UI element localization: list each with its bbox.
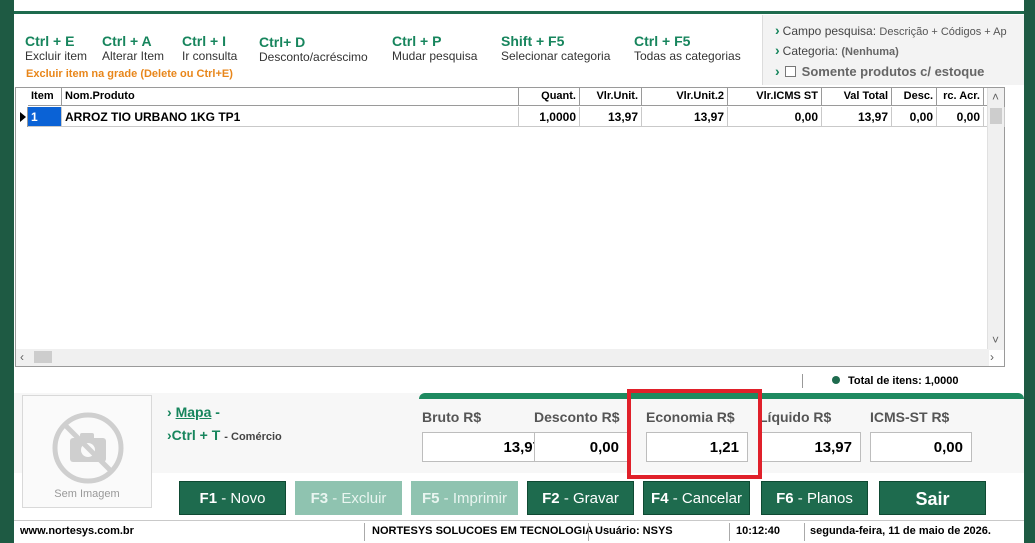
col-header-item[interactable]: Item: [28, 88, 62, 106]
sair-button[interactable]: Sair: [879, 481, 986, 515]
col-header-acr[interactable]: rc. Acr.: [937, 88, 984, 106]
scroll-down-icon[interactable]: ˅: [992, 334, 999, 346]
col-header-quant[interactable]: Quant.: [519, 88, 580, 106]
categoria[interactable]: › Categoria: (Nenhuma): [775, 42, 899, 58]
vertical-scrollbar[interactable]: ˄ ˅: [987, 88, 1004, 350]
status-date: segunda-feira, 11 de maio de 2026.: [810, 525, 991, 537]
col-header-produto[interactable]: Nom.Produto: [62, 88, 519, 106]
status-bar: www.nortesys.com.br NORTESYS SOLUCOES EM…: [14, 520, 1024, 543]
table-row-cell-item[interactable]: 1: [28, 107, 62, 127]
filter-panel: › Campo pesquisa: Descrição + Códigos + A…: [762, 15, 1024, 85]
top-bar: [14, 0, 1024, 14]
divider: [588, 523, 589, 541]
chevron-right-icon: ›: [775, 42, 780, 58]
imprimir-button[interactable]: F5 - Imprimir: [411, 481, 518, 515]
ctrlt-shortcut[interactable]: ›Ctrl + T- Comércio: [167, 427, 282, 443]
table-row-cell-acr[interactable]: 0,00: [937, 107, 984, 127]
liquido-value[interactable]: 13,97: [759, 432, 861, 462]
novo-button[interactable]: F1 - Novo: [179, 481, 286, 515]
chevron-right-icon: ›: [167, 404, 172, 420]
desconto-value[interactable]: 0,00: [534, 432, 628, 462]
excluir-button[interactable]: F3 - Excluir: [295, 481, 402, 515]
col-header-val-total[interactable]: Val Total: [822, 88, 892, 106]
shortcut-mudar-pesquisa[interactable]: Ctrl + P Mudar pesquisa: [392, 33, 477, 64]
col-header-desc[interactable]: Desc.: [892, 88, 937, 106]
bruto-field: Bruto R$ 13,97: [422, 409, 552, 462]
status-user: Usuário: NSYS: [595, 525, 673, 537]
shortcut-excluir-item[interactable]: Ctrl + E Excluir item: [25, 33, 87, 64]
no-image-icon: [52, 412, 124, 484]
bruto-value[interactable]: 13,97: [422, 432, 550, 462]
table-row-cell-desc[interactable]: 0,00: [892, 107, 937, 127]
icms-st-value[interactable]: 0,00: [870, 432, 972, 462]
table-row-cell-vlr-icms[interactable]: 0,00: [728, 107, 822, 127]
somente-estoque[interactable]: › Somente produtos c/ estoque: [775, 63, 984, 79]
shortcut-ir-consulta[interactable]: Ctrl + I Ir consulta: [182, 33, 237, 64]
gravar-button[interactable]: F2 - Gravar: [527, 481, 634, 515]
table-row-cell-val-total[interactable]: 13,97: [822, 107, 892, 127]
planos-button[interactable]: F6 - Planos: [761, 481, 868, 515]
col-header-vlr-unit2[interactable]: Vlr.Unit.2: [642, 88, 728, 106]
chevron-right-icon: ›: [775, 22, 780, 38]
product-photo: Sem Imagem: [22, 395, 152, 508]
scroll-up-icon[interactable]: ˄: [992, 91, 999, 103]
col-header-vlr-unit[interactable]: Vlr.Unit.: [580, 88, 642, 106]
table-row-cell-vlr-unit[interactable]: 13,97: [580, 107, 642, 127]
scroll-left-icon[interactable]: ‹: [20, 351, 24, 363]
scroll-right-icon[interactable]: ›: [990, 351, 994, 363]
status-company: NORTESYS SOLUCOES EM TECNOLOGIA: [372, 525, 594, 537]
table-row-cell-quant[interactable]: 1,0000: [519, 107, 580, 127]
table-row-cell-produto[interactable]: ARROZ TIO URBANO 1KG TP1: [62, 107, 519, 127]
row-indicator-icon: [17, 107, 28, 127]
shortcut-selecionar-categoria[interactable]: Shift + F5 Selecionar categoria: [501, 33, 610, 64]
product-grid[interactable]: Item Nom.Produto Quant. Vlr.Unit. Vlr.Un…: [15, 87, 1005, 367]
pdv-window: Ctrl + E Excluir item Ctrl + A Alterar I…: [14, 0, 1024, 543]
col-header-vlr-icms[interactable]: Vlr.ICMS ST: [728, 88, 822, 106]
table-row-cell-vlr-unit2[interactable]: 13,97: [642, 107, 728, 127]
vertical-scroll-thumb[interactable]: [990, 108, 1002, 124]
sem-imagem-label: Sem Imagem: [54, 488, 120, 500]
shortcut-todas-categorias[interactable]: Ctrl + F5 Todas as categorias: [634, 33, 741, 64]
divider: [802, 374, 803, 388]
icms-st-field: ICMS-ST R$ 0,00: [870, 409, 1000, 462]
divider: [804, 523, 805, 541]
chevron-right-icon: ›: [775, 63, 780, 79]
divider: [364, 523, 365, 541]
shortcut-alterar-item[interactable]: Ctrl + A Alterar Item: [102, 33, 164, 64]
status-time: 10:12:40: [736, 525, 781, 537]
mapa-link[interactable]: › Mapa -: [167, 404, 220, 420]
horizontal-scroll-thumb[interactable]: [34, 351, 52, 363]
shortcut-note: Excluir item na grade (Delete ou Ctrl+E): [26, 68, 233, 80]
status-site: www.nortesys.com.br: [20, 525, 134, 537]
cancelar-button[interactable]: F4 - Cancelar: [643, 481, 750, 515]
total-itens: Total de itens: 1,0000: [832, 375, 958, 387]
divider: [729, 523, 730, 541]
bullet-icon: [832, 376, 840, 384]
horizontal-scrollbar[interactable]: ‹ ›: [16, 349, 994, 366]
shortcut-desconto[interactable]: Ctrl+ D Desconto/acréscimo: [259, 34, 368, 65]
highlight-box: [627, 389, 762, 479]
campo-pesquisa[interactable]: › Campo pesquisa: Descrição + Códigos + A…: [775, 22, 1007, 38]
estoque-checkbox[interactable]: [784, 66, 796, 77]
